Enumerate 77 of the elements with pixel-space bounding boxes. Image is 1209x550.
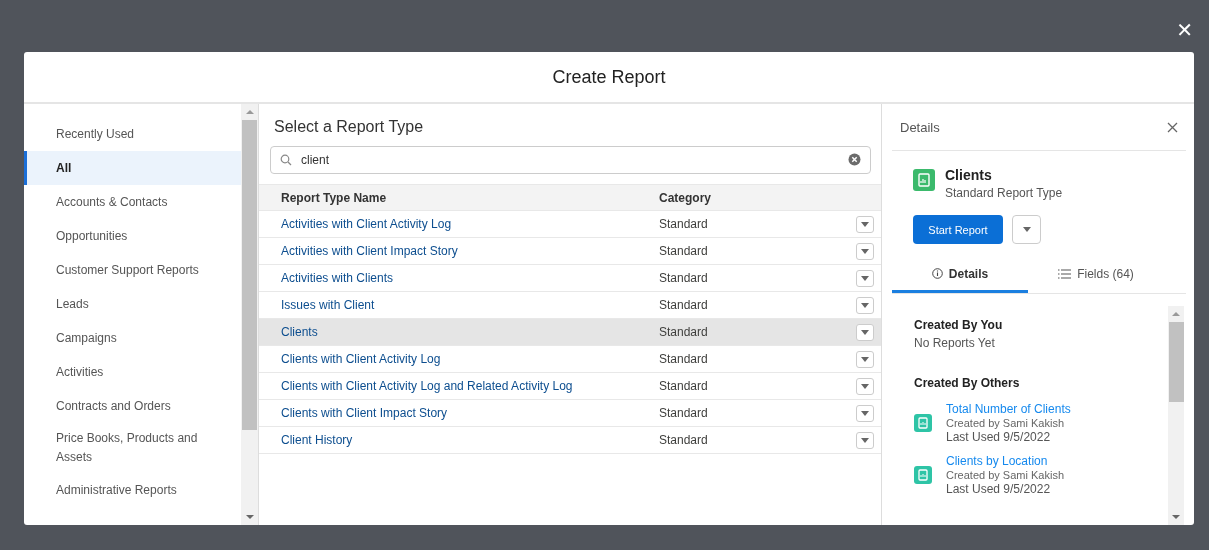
category-item[interactable]: Activities: [24, 355, 241, 389]
report-icon: [914, 414, 932, 432]
table-cell-text: Standard: [659, 352, 709, 366]
report-type-link[interactable]: Clients with Client Impact Story: [281, 406, 659, 420]
search-field[interactable]: client: [270, 146, 871, 174]
row-menu-button[interactable]: [856, 404, 874, 422]
category-item[interactable]: Recently Used: [24, 117, 241, 151]
report-type-name: Clients: [945, 167, 993, 183]
row-menu-button[interactable]: [856, 296, 874, 314]
modal-title: Create Report: [552, 66, 666, 88]
table-row[interactable]: Activities with Client Impact Story Standard: [259, 238, 881, 265]
category-item[interactable]: Leads: [24, 287, 241, 321]
report-link[interactable]: Clients by Location: [946, 454, 1064, 468]
column-header: Category: [659, 190, 712, 205]
row-menu-button[interactable]: [856, 377, 874, 395]
table-row[interactable]: Client History Standard: [259, 427, 881, 454]
report-type-link[interactable]: Activities with Client Impact Story: [281, 244, 659, 258]
report-author: Created by Sami Kakish: [946, 417, 1065, 429]
clear-icon[interactable]: [848, 153, 861, 166]
table-cell-text: Standard: [659, 217, 709, 231]
table-cell-text: Standard: [659, 379, 709, 393]
row-menu-button[interactable]: [856, 215, 874, 233]
scrollbar[interactable]: [1168, 306, 1184, 525]
table-cell-text: Standard: [659, 325, 709, 339]
table-row[interactable]: Clients with Client Activity Log Standard: [259, 346, 881, 373]
category-item[interactable]: Campaigns: [24, 321, 241, 355]
panel-title: Details: [900, 119, 940, 135]
category-item[interactable]: Accounts & Contacts: [24, 185, 241, 219]
section-heading: Created By Others: [914, 375, 1021, 390]
section-heading: Created By You: [914, 317, 1004, 332]
table-row[interactable]: Activities with Client Activity Log Standard: [259, 211, 881, 238]
category-item[interactable]: All: [24, 151, 241, 185]
report-author: Created by Sami Kakish: [946, 469, 1064, 481]
column-header: Report Type Name: [281, 190, 388, 205]
table-row[interactable]: Clients with Client Impact Story Standard: [259, 400, 881, 427]
close-button[interactable]: ✕: [1172, 18, 1197, 42]
report-link[interactable]: Total Number of Clients: [946, 402, 1071, 416]
row-menu-button[interactable]: [856, 431, 874, 449]
scrollbar[interactable]: [241, 104, 258, 525]
report-icon: [914, 466, 932, 484]
dropdown-button[interactable]: [1012, 215, 1041, 244]
category-item[interactable]: Opportunities: [24, 219, 241, 253]
category-item[interactable]: Administrative Reports: [24, 473, 241, 507]
report-type-link[interactable]: Client History: [281, 433, 659, 447]
report-type-link[interactable]: Clients: [281, 325, 659, 339]
close-icon[interactable]: [1167, 121, 1178, 133]
row-menu-button[interactable]: [856, 350, 874, 368]
report-type-link[interactable]: Clients with Client Activity Log: [281, 352, 659, 366]
report-type-subtitle: Standard Report Type: [945, 186, 1063, 200]
table-cell-text: Standard: [659, 406, 709, 420]
table-row[interactable]: Activities with Clients Standard: [259, 265, 881, 292]
start-report-button[interactable]: Start Report: [913, 215, 1003, 244]
tab[interactable]: Details: [892, 257, 1028, 293]
report-type-link[interactable]: Clients with Client Activity Log and Related Activity Log: [281, 379, 659, 393]
report-type-link[interactable]: Activities with Client Activity Log: [281, 217, 659, 231]
table-cell-text: Standard: [659, 298, 709, 312]
row-menu-button[interactable]: [856, 323, 874, 341]
table-cell-text: Standard: [659, 244, 709, 258]
list-icon: [1058, 268, 1072, 279]
table-row[interactable]: Clients with Client Activity Log and Related Activity Log Standard: [259, 373, 881, 400]
category-item[interactable]: Customer Support Reports: [24, 253, 241, 287]
row-menu-button[interactable]: [856, 269, 874, 287]
report-type-link[interactable]: Issues with Client: [281, 298, 659, 312]
table-cell-text: Standard: [659, 271, 709, 285]
table-row[interactable]: Clients Standard: [259, 319, 881, 346]
report-type-link[interactable]: Activities with Clients: [281, 271, 659, 285]
report-last-used: Last Used 9/5/2022: [946, 430, 1052, 444]
report-last-used: Last Used 9/5/2022: [946, 482, 1052, 496]
section-title: Select a Report Type: [273, 117, 425, 137]
info-icon: [931, 268, 943, 279]
category-item[interactable]: Contracts and Orders: [24, 389, 241, 423]
empty-text: No Reports Yet: [914, 336, 996, 350]
table-cell-text: Standard: [659, 433, 709, 447]
category-item[interactable]: Price Books, Products and Assets: [24, 423, 241, 473]
row-menu-button[interactable]: [856, 242, 874, 260]
report-icon: [913, 169, 935, 191]
tab[interactable]: Fields (64): [1028, 257, 1164, 293]
